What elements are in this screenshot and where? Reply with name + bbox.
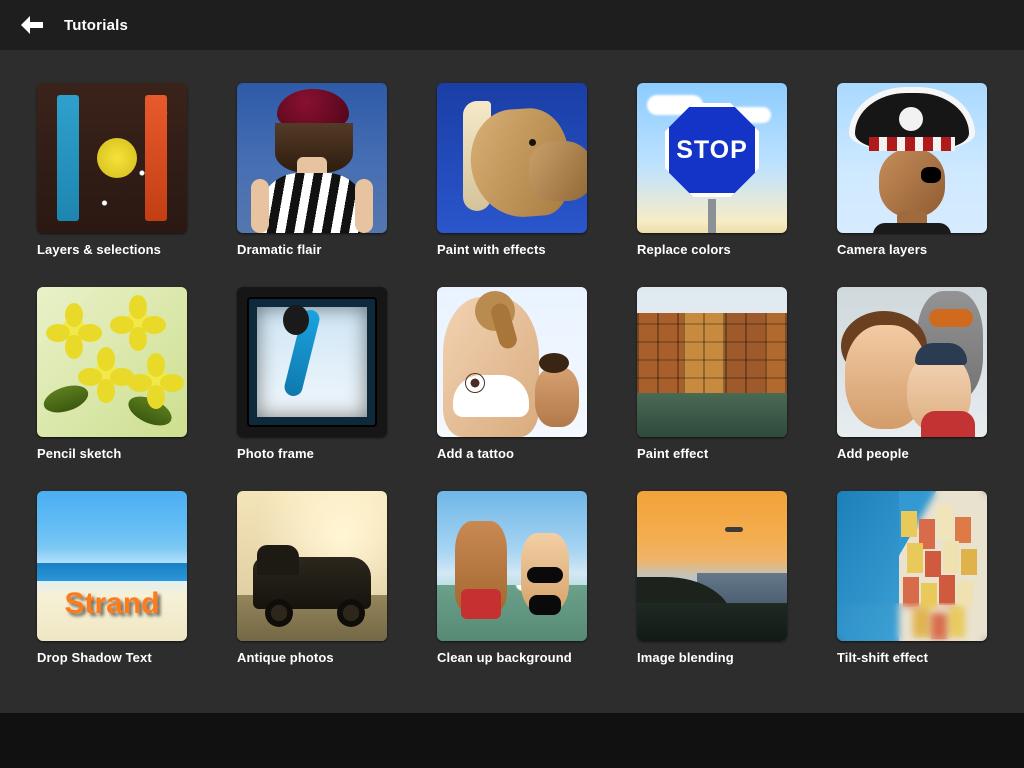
tutorial-label: Paint effect: [637, 446, 787, 461]
tutorial-drop-shadow-text[interactable]: Strand Drop Shadow Text: [37, 491, 187, 665]
tutorial-add-people[interactable]: Add people: [837, 287, 987, 461]
tutorial-grid: Layers & selections Dramatic flair Paint…: [37, 83, 987, 665]
tutorial-paint-effect[interactable]: Paint effect: [637, 287, 787, 461]
tutorial-pencil-sketch[interactable]: Pencil sketch: [37, 287, 187, 461]
tutorial-dramatic-flair[interactable]: Dramatic flair: [237, 83, 387, 257]
tutorial-photo-frame[interactable]: Photo frame: [237, 287, 387, 461]
thumb-dramatic-flair: [237, 83, 387, 233]
thumb-drop-shadow-text: Strand: [37, 491, 187, 641]
tutorial-image-blending[interactable]: Image blending: [637, 491, 787, 665]
tutorial-label: Tilt-shift effect: [837, 650, 987, 665]
bottombar: [0, 713, 1024, 768]
thumb-paint-with-effects: [437, 83, 587, 233]
tutorial-label: Layers & selections: [37, 242, 187, 257]
tutorial-add-a-tattoo[interactable]: Add a tattoo: [437, 287, 587, 461]
tutorial-replace-colors[interactable]: STOP Replace colors: [637, 83, 787, 257]
thumb-paint-effect: [637, 287, 787, 437]
drop-shadow-sample-text: Strand: [37, 587, 187, 621]
thumb-pencil-sketch: [37, 287, 187, 437]
tutorial-label: Camera layers: [837, 242, 987, 257]
tutorial-label: Antique photos: [237, 650, 387, 665]
tutorial-label: Replace colors: [637, 242, 787, 257]
tutorial-label: Add a tattoo: [437, 446, 587, 461]
thumb-tilt-shift-effect: [837, 491, 987, 641]
tutorial-camera-layers[interactable]: Camera layers: [837, 83, 987, 257]
thumb-layers-selections: [37, 83, 187, 233]
stop-sign-text: STOP: [676, 136, 748, 165]
thumb-antique-photos: [237, 491, 387, 641]
tutorial-paint-with-effects[interactable]: Paint with effects: [437, 83, 587, 257]
thumb-photo-frame: [237, 287, 387, 437]
tutorial-label: Pencil sketch: [37, 446, 187, 461]
tutorial-tilt-shift-effect[interactable]: Tilt-shift effect: [837, 491, 987, 665]
thumb-add-a-tattoo: [437, 287, 587, 437]
tutorial-label: Photo frame: [237, 446, 387, 461]
page-title: Tutorials: [64, 17, 128, 34]
tutorial-label: Add people: [837, 446, 987, 461]
tutorial-label: Drop Shadow Text: [37, 650, 187, 665]
thumb-image-blending: [637, 491, 787, 641]
thumb-clean-up-background: [437, 491, 587, 641]
tutorial-clean-up-background[interactable]: Clean up background: [437, 491, 587, 665]
tutorial-layers-selections[interactable]: Layers & selections: [37, 83, 187, 257]
tutorial-label: Clean up background: [437, 650, 587, 665]
tutorial-label: Paint with effects: [437, 242, 587, 257]
tutorial-label: Image blending: [637, 650, 787, 665]
content-area: Layers & selections Dramatic flair Paint…: [0, 50, 1024, 713]
thumb-camera-layers: [837, 83, 987, 233]
thumb-add-people: [837, 287, 987, 437]
back-arrow-icon[interactable]: [18, 14, 46, 36]
topbar: Tutorials: [0, 0, 1024, 50]
thumb-replace-colors: STOP: [637, 83, 787, 233]
tutorial-label: Dramatic flair: [237, 242, 387, 257]
tutorial-antique-photos[interactable]: Antique photos: [237, 491, 387, 665]
